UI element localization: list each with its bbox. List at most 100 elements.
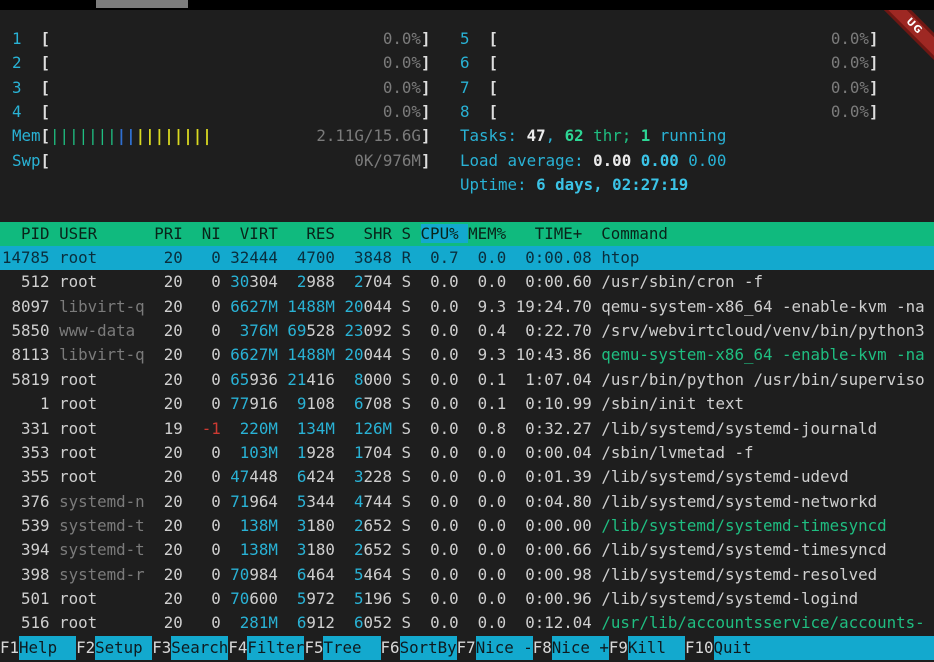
cell-user: www-data	[59, 321, 154, 340]
cell-pri: 20	[154, 321, 192, 340]
cell-ni: 0	[192, 297, 230, 316]
process-row[interactable]: 5819 root 20 0 65936 21416 8000 S 0.0 0.…	[0, 368, 934, 392]
process-row[interactable]: 331 root 19 -1 220M 134M 126M S 0.0 0.8 …	[0, 417, 934, 441]
cell-time: 0:22.70	[516, 321, 602, 340]
cell-pid: 8113	[2, 345, 59, 364]
fnaction-filter[interactable]: Filter	[247, 636, 304, 660]
column-header-command[interactable]: Command	[601, 224, 668, 243]
fnkey-f6[interactable]: F6	[381, 636, 400, 660]
column-header-res[interactable]: RES	[287, 224, 344, 243]
meter-value: 0K/976M	[354, 149, 421, 173]
cell-pri: 20	[154, 613, 192, 632]
column-header-cpu[interactable]: CPU%	[421, 224, 469, 243]
column-header-pid[interactable]: PID	[2, 224, 59, 243]
cpu-meter-1: 1[0.0%]	[12, 27, 430, 51]
cell-ni: 0	[192, 345, 230, 364]
fnaction-sortby[interactable]: SortBy	[400, 636, 457, 660]
function-bar-fill	[771, 636, 934, 660]
cell-command: /lib/systemd/systemd-udevd	[601, 467, 848, 486]
process-row[interactable]: 5850 www-data 20 0 376M 69528 23092 S 0.…	[0, 319, 934, 343]
column-header-pri[interactable]: PRI	[154, 224, 192, 243]
meter-close-bracket: ]	[421, 27, 431, 51]
cell-ni: 0	[192, 565, 230, 584]
fnkey-f1[interactable]: F1	[0, 636, 19, 660]
fnaction-help[interactable]: Help	[19, 636, 76, 660]
process-row[interactable]: 355 root 20 0 47448 6424 3228 S 0.0 0.0 …	[0, 465, 934, 489]
process-row[interactable]: 501 root 20 0 70600 5972 5196 S 0.0 0.0 …	[0, 587, 934, 611]
fnaction-setup[interactable]: Setup	[95, 636, 152, 660]
meter-label: 2	[12, 51, 41, 75]
process-row[interactable]: 376 systemd-n 20 0 71964 5344 4744 S 0.0…	[0, 490, 934, 514]
cell-command: /lib/systemd/systemd-timesyncd	[601, 540, 886, 559]
fnkey-f4[interactable]: F4	[228, 636, 247, 660]
process-row[interactable]: 14785 root 20 0 32444 4700 3848 R 0.7 0.…	[0, 246, 934, 270]
process-row[interactable]: 516 root 20 0 281M 6912 6052 S 0.0 0.0 0…	[0, 611, 934, 635]
column-header-shr[interactable]: SHR	[344, 224, 401, 243]
fnkey-f2[interactable]: F2	[76, 636, 95, 660]
cell-pri: 20	[154, 297, 192, 316]
cell-state: S	[402, 589, 421, 608]
fnaction-tree[interactable]: Tree	[323, 636, 380, 660]
tasks-count: 47	[527, 126, 546, 145]
process-row[interactable]: 394 systemd-t 20 0 138M 3180 2652 S 0.0 …	[0, 538, 934, 562]
uptime-label: Uptime:	[460, 175, 536, 194]
meter-label: Mem	[12, 124, 41, 148]
fnkey-f5[interactable]: F5	[304, 636, 323, 660]
load-label: Load average:	[460, 151, 593, 170]
cell-ni: 0	[192, 443, 230, 462]
column-header-time[interactable]: TIME+	[516, 224, 602, 243]
meter-bars: |||||||||||||||||	[50, 124, 212, 148]
meter-label: 1	[12, 27, 41, 51]
fnkey-f3[interactable]: F3	[152, 636, 171, 660]
fnkey-f9[interactable]: F9	[609, 636, 628, 660]
cell-ni: 0	[192, 321, 230, 340]
cell-pid: 14785	[2, 248, 59, 267]
tasks-label: Tasks:	[460, 126, 527, 145]
memory-meter: Mem[|||||||||||||||||2.11G/15.6G]	[12, 124, 430, 148]
fnkey-f8[interactable]: F8	[533, 636, 552, 660]
process-row[interactable]: 398 systemd-r 20 0 70984 6464 5464 S 0.0…	[0, 563, 934, 587]
process-row[interactable]: 8113 libvirt-q 20 0 6627M 1488M 20044 S …	[0, 343, 934, 367]
cell-pri: 20	[154, 540, 192, 559]
cell-user: root	[59, 248, 154, 267]
cpu-meter-2: 2[0.0%]	[12, 51, 430, 75]
meter-open-bracket: [	[489, 76, 499, 100]
fnaction-nice-+[interactable]: Nice +	[552, 636, 609, 660]
meter-close-bracket: ]	[421, 76, 431, 100]
meter-open-bracket: [	[489, 100, 499, 124]
debug-ribbon: UG	[876, 10, 934, 67]
cell-command: /sbin/lvmetad -f	[601, 443, 753, 462]
fnaction-nice--[interactable]: Nice -	[476, 636, 533, 660]
fnaction-quit[interactable]: Quit	[714, 636, 771, 660]
process-row[interactable]: 1 root 20 0 77916 9108 6708 S 0.0 0.1 0:…	[0, 392, 934, 416]
cpu-meter-5: 5[0.0%]	[460, 27, 878, 51]
process-row[interactable]: 512 root 20 0 30304 2988 2704 S 0.0 0.0 …	[0, 270, 934, 294]
process-row[interactable]: 353 root 20 0 103M 1928 1704 S 0.0 0.0 0…	[0, 441, 934, 465]
cell-state: S	[402, 540, 421, 559]
meter-open-bracket: [	[41, 149, 51, 173]
cell-mem: 0.1	[468, 394, 516, 413]
fnaction-search[interactable]: Search	[171, 636, 228, 660]
column-header-mem[interactable]: MEM%	[468, 224, 516, 243]
cell-command: /usr/sbin/cron -f	[601, 272, 763, 291]
fnaction-kill[interactable]: Kill	[628, 636, 685, 660]
fnkey-f10[interactable]: F10	[685, 636, 714, 660]
cell-mem: 0.0	[468, 443, 516, 462]
cell-command: /srv/webvirtcloud/venv/bin/python3	[601, 321, 924, 340]
meter-label: 4	[12, 100, 41, 124]
column-header-ni[interactable]: NI	[192, 224, 230, 243]
cell-state: S	[402, 321, 421, 340]
process-row[interactable]: 539 systemd-t 20 0 138M 3180 2652 S 0.0 …	[0, 514, 934, 538]
column-header-s[interactable]: S	[402, 224, 421, 243]
column-header-virt[interactable]: VIRT	[230, 224, 287, 243]
cell-mem: 0.0	[468, 540, 516, 559]
process-row[interactable]: 8097 libvirt-q 20 0 6627M 1488M 20044 S …	[0, 295, 934, 319]
cell-pri: 20	[154, 467, 192, 486]
cell-mem: 0.0	[468, 272, 516, 291]
cell-ni: 0	[192, 272, 230, 291]
cell-time: 0:00.04	[516, 443, 602, 462]
cell-user: root	[59, 613, 154, 632]
column-header-user[interactable]: USER	[59, 224, 154, 243]
fnkey-f7[interactable]: F7	[457, 636, 476, 660]
cell-ni: 0	[192, 467, 230, 486]
